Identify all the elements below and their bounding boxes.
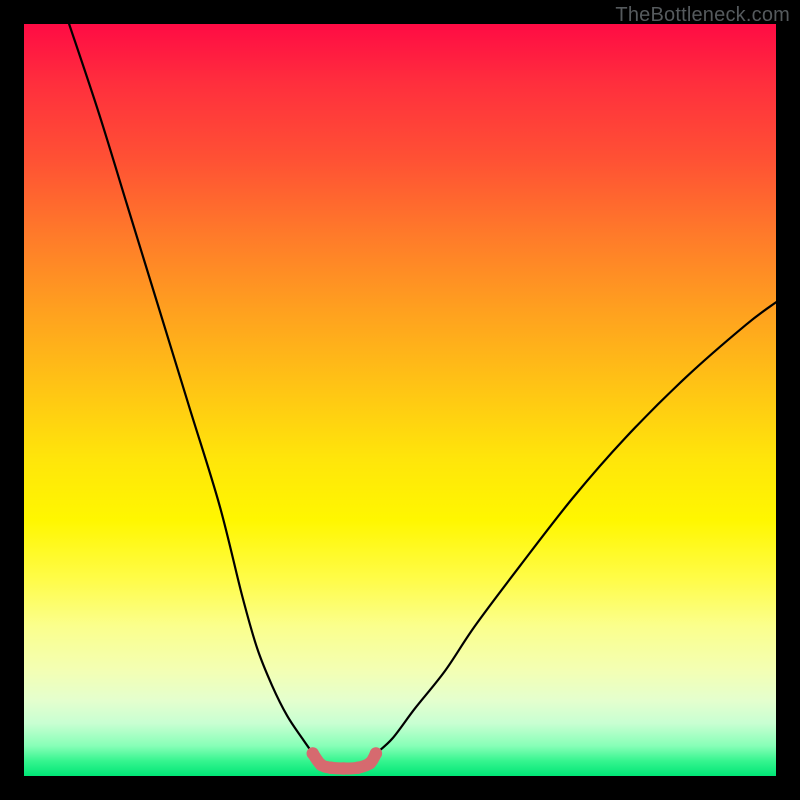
valley-marker-dot <box>325 762 337 774</box>
watermark-text: TheBottleneck.com <box>615 4 790 27</box>
plot-area <box>24 24 776 776</box>
curve-layer <box>24 24 776 776</box>
right-curve <box>376 302 776 753</box>
valley-marker-dot <box>352 762 364 774</box>
valley-marker-dot <box>307 747 319 759</box>
left-curve <box>69 24 313 753</box>
valley-marker-dots <box>307 747 383 774</box>
valley-marker-dot <box>370 747 382 759</box>
valley-marker-dot <box>337 762 349 774</box>
chart-frame: TheBottleneck.com <box>0 0 800 800</box>
